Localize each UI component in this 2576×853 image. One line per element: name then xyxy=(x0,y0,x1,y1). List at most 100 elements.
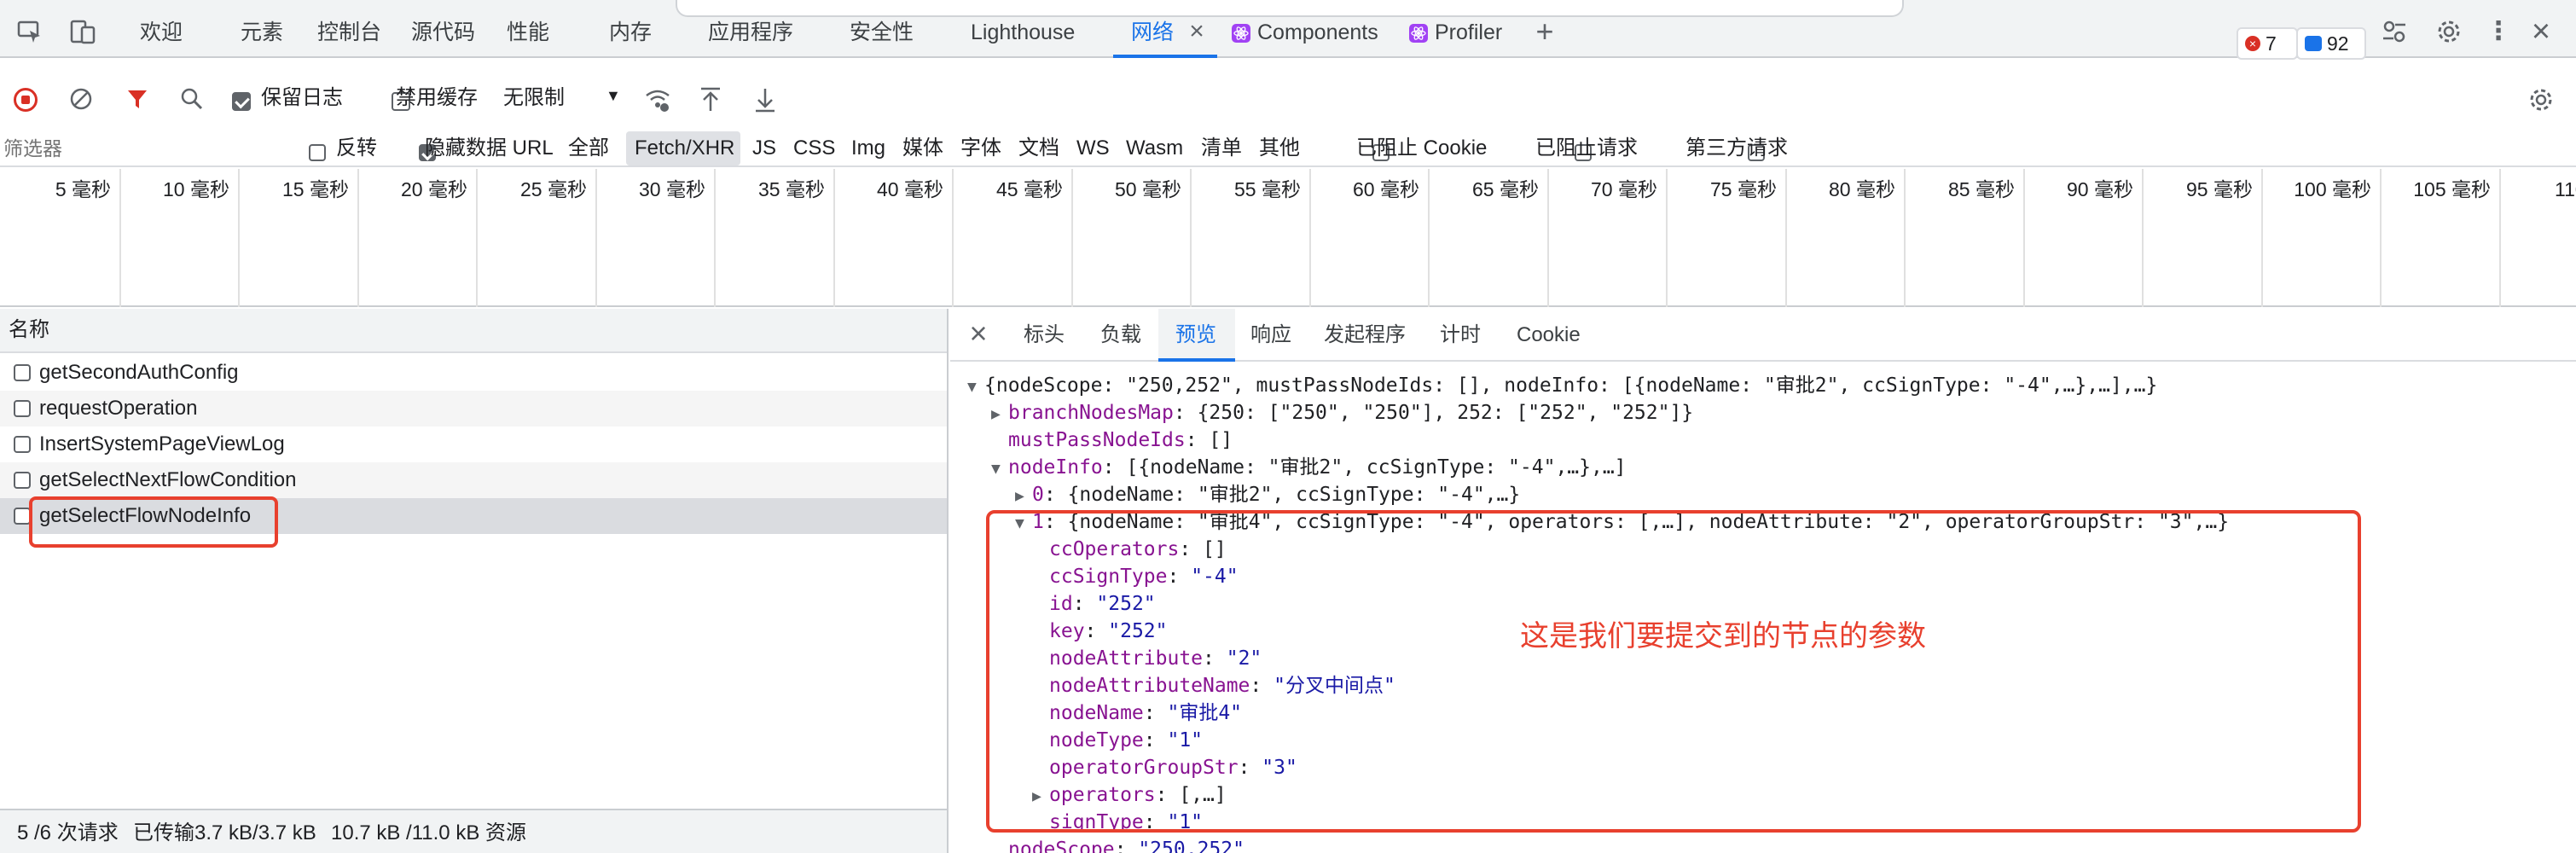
timeline-tick-label: 60 毫秒 xyxy=(1353,178,1419,200)
tab-initiator[interactable]: 发起程序 xyxy=(1324,322,1406,348)
request-row[interactable]: requestOperation xyxy=(0,391,947,426)
timeline-overview[interactable]: 5 毫秒 10 毫秒 15 毫秒 20 毫秒 25 毫秒 30 毫秒 35 毫秒 40 毫秒 4… xyxy=(0,169,2576,307)
filter-type-wasm[interactable]: Wasm xyxy=(1126,136,1183,161)
record-icon xyxy=(21,96,30,104)
timeline-tick-label: 30 毫秒 xyxy=(639,178,705,200)
request-row[interactable]: InsertSystemPageViewLog xyxy=(0,426,947,462)
timeline-gridline xyxy=(1309,169,1311,307)
timeline-tick-label: 95 毫秒 xyxy=(2186,178,2253,200)
request-details: × 标头 负载 预览 响应 发起程序 计时 Cookie ▼ {nodeScope… xyxy=(950,309,2576,853)
tab-cookies[interactable]: Cookie xyxy=(1517,322,1581,348)
request-list-header: 名称 xyxy=(0,309,947,353)
message-counter[interactable]: 92 xyxy=(2296,27,2366,60)
tab-timing[interactable]: 计时 xyxy=(1440,322,1481,348)
active-detail-tab-indicator xyxy=(1158,358,1235,362)
filter-funnel-icon[interactable] xyxy=(125,86,150,112)
request-count: 5 /6 次请求 xyxy=(17,821,119,844)
tab-response[interactable]: 响应 xyxy=(1250,322,1291,348)
filter-type-img[interactable]: Img xyxy=(851,136,885,161)
tab-performance[interactable]: 性能 xyxy=(507,17,549,48)
property-key: branchNodesMap xyxy=(1008,402,1174,424)
device-toolbar-icon[interactable] xyxy=(68,17,97,46)
tab-application[interactable]: 应用程序 xyxy=(708,17,793,48)
property-value: "250,252" xyxy=(1138,838,1244,853)
timeline-tick-label: 65 毫秒 xyxy=(1472,178,1539,200)
preserve-log-checkbox[interactable] xyxy=(232,91,251,111)
preserve-log-label: 保留日志 xyxy=(261,86,343,109)
timeline-gridline xyxy=(238,169,240,307)
tab-sources[interactable]: 源代码 xyxy=(411,17,475,48)
timeline-gridline xyxy=(1785,169,1787,307)
tab-welcome[interactable]: 欢迎 xyxy=(140,17,183,48)
close-tab-icon[interactable]: × xyxy=(1184,19,1210,44)
network-conditions-icon[interactable] xyxy=(643,85,672,114)
devtools-tabbar: 欢迎 元素 控制台 源代码 性能 内存 应用程序 安全性 Lighthouse … xyxy=(0,0,2576,60)
filter-type-css[interactable]: CSS xyxy=(793,136,835,161)
timeline-gridline xyxy=(833,169,835,307)
timeline-gridline xyxy=(1428,169,1430,307)
tab-console[interactable]: 控制台 xyxy=(317,17,381,48)
filter-type-all[interactable]: 全部 xyxy=(568,136,609,161)
filter-type-doc[interactable]: 文档 xyxy=(1018,136,1059,161)
more-options-icon[interactable]: ⋮ xyxy=(2486,17,2511,46)
customize-icon[interactable] xyxy=(2380,17,2409,46)
timeline-gridline xyxy=(1190,169,1192,307)
filter-type-manifest[interactable]: 清单 xyxy=(1201,136,1242,161)
tab-memory[interactable]: 内存 xyxy=(609,17,652,48)
property-value: {250: ["250", "250"], 252: ["252", "252"… xyxy=(1197,402,1694,424)
close-details-icon[interactable]: × xyxy=(966,318,991,349)
preview-root-line[interactable]: ▼ {nodeScope: "250,252", mustPassNodeIds:… xyxy=(967,372,2157,401)
network-toolbar: 保留日志 禁用缓存 无限制 ▼ xyxy=(0,60,2576,140)
property-key: 0 xyxy=(1032,484,1044,506)
tab-security[interactable]: 安全性 xyxy=(850,17,914,48)
property-value: [{nodeName: "审批2", ccSignType: "-4",…},…… xyxy=(1126,456,1627,479)
record-button[interactable] xyxy=(14,88,38,112)
tab-payload[interactable]: 负载 xyxy=(1100,322,1141,348)
filter-type-ws[interactable]: WS xyxy=(1076,136,1110,161)
error-count: 7 xyxy=(2266,32,2277,55)
filter-type-fetch-xhr[interactable]: Fetch/XHR xyxy=(635,136,734,161)
inspect-element-icon[interactable] xyxy=(15,17,44,46)
filter-type-other[interactable]: 其他 xyxy=(1259,136,1300,161)
network-settings-icon[interactable] xyxy=(2527,85,2556,114)
filter-type-js[interactable]: JS xyxy=(752,136,776,161)
preview-root-summary: {nodeScope: "250,252", mustPassNodeIds: … xyxy=(984,374,2158,397)
filter-input[interactable] xyxy=(3,135,285,162)
search-icon[interactable] xyxy=(179,86,205,112)
filter-type-font[interactable]: 字体 xyxy=(960,136,1001,161)
react-profiler-icon xyxy=(1409,24,1428,43)
collapsed-triangle-icon: ▶ xyxy=(1015,487,1024,505)
filter-type-media[interactable]: 媒体 xyxy=(902,136,943,161)
timeline-gridline xyxy=(714,169,716,307)
property-key: nodeScope xyxy=(1008,838,1115,853)
export-har-icon[interactable] xyxy=(752,85,778,114)
tab-lighthouse[interactable]: Lighthouse xyxy=(971,17,1075,48)
name-column-header[interactable]: 名称 xyxy=(9,317,49,343)
tab-elements[interactable]: 元素 xyxy=(241,17,283,48)
request-row[interactable]: getSecondAuthConfig xyxy=(0,355,947,391)
invert-checkbox[interactable] xyxy=(309,143,326,161)
tree-row-branchnodesmap[interactable]: ▶ branchNodesMap: {250: ["250", "250"], 2… xyxy=(991,399,1693,428)
tree-row-item0[interactable]: ▶ 0: {nodeName: "审批2", ccSignType: "-4",…… xyxy=(1015,481,1520,510)
add-tab-icon[interactable]: + xyxy=(1530,16,1559,47)
tab-preview[interactable]: 预览 xyxy=(1175,322,1216,348)
throttle-select[interactable]: 无限制 ▼ xyxy=(502,84,621,114)
error-counter[interactable]: × 7 xyxy=(2237,27,2298,60)
timeline-tick-label: 85 毫秒 xyxy=(1948,178,2015,200)
close-devtools-icon[interactable]: × xyxy=(2527,15,2556,48)
tab-headers[interactable]: 标头 xyxy=(1024,322,1065,348)
throttle-value: 无限制 xyxy=(503,86,565,109)
tree-row-nodeinfo[interactable]: ▼ nodeInfo: [{nodeName: "审批2", ccSignType… xyxy=(991,454,1627,483)
tab-components[interactable]: Components xyxy=(1257,17,1378,48)
tab-profiler[interactable]: Profiler xyxy=(1435,17,1502,48)
request-row[interactable]: getSelectNextFlowCondition xyxy=(0,462,947,498)
clear-icon[interactable] xyxy=(68,86,94,112)
request-row-checkbox xyxy=(14,436,31,453)
timeline-tick-label: 70 毫秒 xyxy=(1591,178,1657,200)
timeline-gridline xyxy=(476,169,478,307)
import-har-icon[interactable] xyxy=(698,85,723,114)
tab-network[interactable]: 网络 xyxy=(1131,17,1174,48)
timeline-gridline xyxy=(1547,169,1549,307)
timeline-tick-label: 20 毫秒 xyxy=(401,178,467,200)
settings-gear-icon[interactable] xyxy=(2434,17,2463,46)
